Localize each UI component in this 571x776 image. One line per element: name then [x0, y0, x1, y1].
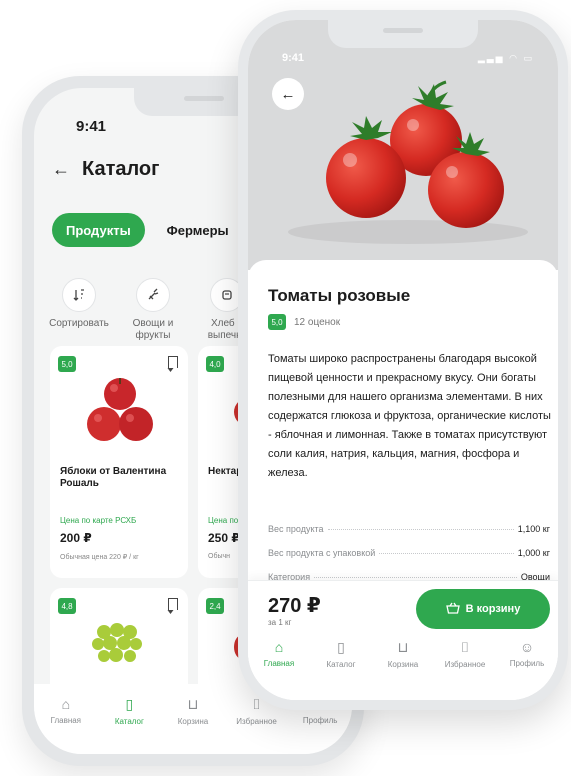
- profile-icon: ☺: [519, 639, 535, 655]
- status-time: 9:41: [76, 118, 107, 135]
- rating-badge: 5,0: [58, 356, 76, 372]
- product-details: Томаты розовые 5,0 12 оценок Томаты широ…: [248, 260, 558, 700]
- bookmark-icon: ⌷: [460, 639, 470, 655]
- home-icon: ⌂: [61, 696, 71, 712]
- catalog-icon: ▯: [125, 696, 134, 712]
- tab-favorites[interactable]: ⌷ Избранное: [437, 639, 493, 669]
- spec-label: Вес продукта с упаковкой: [268, 548, 376, 558]
- back-button[interactable]: ←: [272, 78, 304, 110]
- quick-categories: Сортировать Овощи и фрукты Хлеб и выпечк…: [48, 278, 258, 342]
- spec-value: 1,000 кг: [517, 548, 550, 558]
- regular-price: Обычная цена 220 ₽ / кг: [60, 554, 139, 561]
- rating-badge: 4,8: [58, 598, 76, 614]
- tab-label: Главная: [263, 659, 295, 668]
- spec-label: Вес продукта: [268, 524, 324, 534]
- spec-value: 1,100 кг: [517, 524, 550, 534]
- tab-catalog[interactable]: ▯ Каталог: [100, 696, 158, 754]
- category-sort[interactable]: Сортировать: [48, 278, 110, 342]
- tab-basket[interactable]: ⊔ Корзина: [375, 639, 431, 669]
- tab-label: Корзина: [177, 717, 209, 726]
- product-price: 200 ₽: [60, 531, 92, 545]
- add-to-cart-button[interactable]: В корзину: [416, 589, 550, 629]
- arrow-left-icon: ←: [280, 85, 296, 103]
- product-description: Томаты широко распространены благодаря в…: [268, 353, 551, 479]
- spec-row: Вес продукта 1,100 кг: [268, 524, 550, 534]
- product-name: Яблоки от Валентина Рошаль: [60, 466, 167, 489]
- rating-row: 5,0 12 оценок: [268, 314, 340, 330]
- tab-home[interactable]: ⌂ Главная: [251, 639, 307, 669]
- status-icons: ▂▃▅ ◠ ▭: [478, 53, 534, 64]
- tab-label: Избранное: [444, 660, 486, 669]
- product-phone: 9:41 ▂▃▅ ◠ ▭ ← Томаты розовые 5,0 12 оце…: [238, 10, 568, 710]
- tab-label: Профиль: [509, 659, 545, 668]
- rating-badge: 5,0: [268, 314, 286, 330]
- tab-home[interactable]: ⌂ Главная: [37, 696, 95, 754]
- tab-label: Каталог: [114, 717, 144, 726]
- product-screen: 9:41 ▂▃▅ ◠ ▭ ← Томаты розовые 5,0 12 оце…: [248, 20, 558, 700]
- product-price: 250 ₽: [208, 531, 240, 545]
- rating-badge: 4,0: [206, 356, 224, 372]
- catalog-icon: ▯: [337, 639, 345, 655]
- catalog-header: ← Каталог: [52, 158, 159, 181]
- category-vegetables[interactable]: Овощи и фрукты: [122, 278, 184, 342]
- home-icon: ⌂: [274, 639, 284, 655]
- page-title: Каталог: [82, 158, 160, 180]
- basket-icon: [445, 602, 460, 617]
- speaker-bar: [383, 28, 423, 33]
- mockup-stage: 9:41 ← Каталог Продукты Фермеры А Сортир…: [0, 0, 571, 776]
- carrot-icon: [136, 278, 170, 312]
- spec-row: Вес продукта с упаковкой 1,000 кг: [268, 548, 550, 558]
- notch: [328, 20, 478, 48]
- pill-products[interactable]: Продукты: [52, 213, 145, 247]
- sort-icon: [62, 278, 96, 312]
- spec-leader: [327, 529, 514, 530]
- product-title: Томаты розовые: [268, 286, 411, 305]
- signal-icon: ▂▃▅: [477, 53, 505, 63]
- purchase-bar: 270 ₽ за 1 кг В корзину ⌂ Главная ▯ Ката…: [248, 580, 558, 700]
- reviews-count[interactable]: 12 оценок: [294, 317, 340, 328]
- bookmark-icon[interactable]: [168, 356, 178, 368]
- category-label: Овощи и фрукты: [132, 318, 174, 341]
- tab-profile[interactable]: ☺ Профиль: [499, 639, 555, 669]
- product-card[interactable]: 5,0 Яблоки от Валентина Рошаль Цена по к…: [50, 346, 188, 578]
- tab-label: Каталог: [326, 660, 356, 669]
- spec-leader: [314, 577, 517, 578]
- tab-catalog[interactable]: ▯ Каталог: [313, 639, 369, 669]
- basket-icon: ⊔: [397, 639, 409, 655]
- basket-icon: ⊔: [187, 696, 199, 712]
- card-price-label: Цена по карте РСХБ: [60, 516, 137, 525]
- category-label: Сортировать: [49, 318, 109, 329]
- tab-label: Главная: [50, 716, 82, 725]
- grapes-image: [92, 623, 142, 662]
- bookmark-icon[interactable]: [168, 598, 178, 610]
- spec-leader: [379, 553, 514, 554]
- product-price: 270 ₽: [268, 595, 321, 617]
- status-time: 9:41: [282, 52, 305, 64]
- tab-label: Корзина: [387, 660, 419, 669]
- bottom-tab-bar: ⌂ Главная ▯ Каталог ⊔ Корзина ⌷ Избранно…: [248, 639, 558, 669]
- speaker-bar: [184, 96, 224, 101]
- rating-badge: 2,4: [206, 598, 224, 614]
- pill-farmers[interactable]: Фермеры: [153, 213, 243, 247]
- add-to-cart-label: В корзину: [465, 603, 521, 615]
- back-arrow-icon[interactable]: ←: [52, 159, 70, 180]
- tab-label: Избранное: [236, 717, 277, 726]
- tab-basket[interactable]: ⊔ Корзина: [164, 696, 222, 754]
- tab-label: Профиль: [302, 716, 338, 725]
- wifi-icon: ◠: [509, 53, 519, 63]
- price-unit: за 1 кг: [268, 618, 292, 627]
- battery-icon: ▭: [523, 53, 534, 63]
- regular-price: Обычн: [208, 553, 230, 560]
- apples-image: [87, 378, 153, 441]
